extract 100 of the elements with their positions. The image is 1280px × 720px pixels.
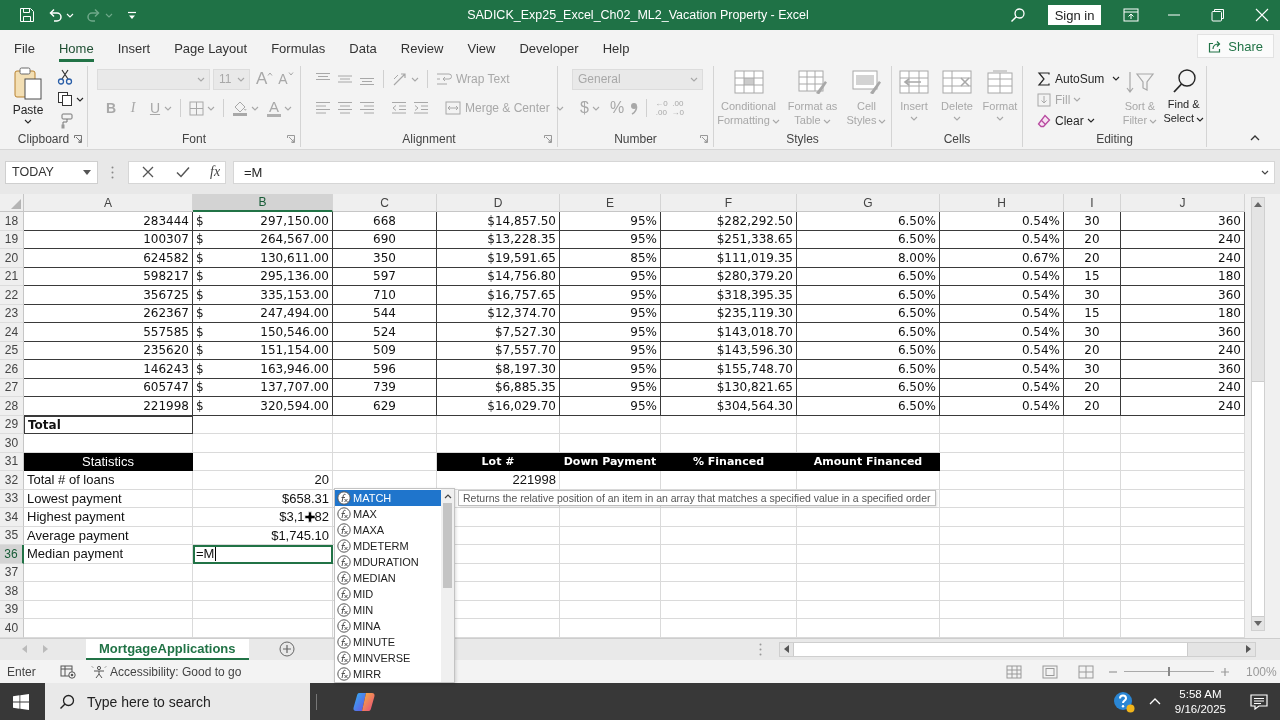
column-header[interactable]: E xyxy=(560,194,661,212)
page-layout-icon[interactable] xyxy=(1042,664,1058,679)
row-header[interactable]: 20 xyxy=(0,249,24,268)
normal-view-icon[interactable] xyxy=(1006,664,1022,679)
chevron-up-icon[interactable] xyxy=(1148,698,1161,705)
cell-input[interactable]: =M xyxy=(193,545,333,564)
clock-date[interactable]: 9/16/2025 xyxy=(1174,701,1226,717)
menu-tab[interactable]: Formulas xyxy=(271,35,326,62)
menu-tab[interactable]: Review xyxy=(400,35,444,62)
undo-icon[interactable] xyxy=(47,7,63,23)
sign-in-button[interactable]: Sign in xyxy=(1048,5,1101,25)
list-scrollbar[interactable] xyxy=(441,489,454,682)
search-field[interactable]: Type here to search xyxy=(45,683,310,720)
autocomplete-item[interactable]: MINVERSE xyxy=(335,650,441,666)
horizontal-scrollbar[interactable] xyxy=(778,641,1256,657)
customize-icon[interactable] xyxy=(127,10,137,20)
autocomplete-item[interactable]: MINA xyxy=(335,618,441,634)
menu-tab[interactable]: Insert xyxy=(117,35,151,62)
previous-sheet-icon[interactable] xyxy=(22,645,27,654)
help-icon[interactable] xyxy=(1112,690,1135,713)
row-header[interactable]: 38 xyxy=(0,582,24,601)
menu-tab[interactable]: File xyxy=(14,35,35,62)
autocomplete-item[interactable]: MAXA xyxy=(335,522,441,538)
page-break-icon[interactable] xyxy=(1078,664,1094,679)
menu-tab[interactable]: Developer xyxy=(519,35,579,62)
autosum-button[interactable]: AutoSum xyxy=(1037,68,1121,89)
ribbon-display-icon[interactable] xyxy=(1123,7,1139,23)
menu-tab[interactable]: Data xyxy=(349,35,377,62)
find-select-button[interactable]: Find & Select xyxy=(1161,66,1206,131)
scroll-up-icon[interactable] xyxy=(443,494,452,499)
restore-icon[interactable] xyxy=(1211,8,1225,22)
close-icon[interactable] xyxy=(1255,8,1269,22)
share-button[interactable]: Share xyxy=(1197,34,1274,58)
column-header[interactable]: H xyxy=(940,194,1064,212)
scrollbar-thumb[interactable] xyxy=(1252,381,1264,617)
scroll-up-icon[interactable] xyxy=(1254,202,1262,207)
autocomplete-item[interactable]: MIRR xyxy=(335,666,441,682)
grip-icon[interactable] xyxy=(758,642,762,656)
copilot-icon[interactable] xyxy=(353,691,375,712)
autocomplete-item[interactable]: MDETERM xyxy=(335,538,441,554)
column-header[interactable]: G xyxy=(797,194,940,212)
enter-icon[interactable] xyxy=(176,165,190,179)
column-header[interactable]: I xyxy=(1064,194,1121,212)
sheet-tab[interactable]: MortgageApplications xyxy=(86,638,249,660)
name-box[interactable]: TODAY xyxy=(5,160,98,184)
launcher-icon[interactable] xyxy=(544,135,552,143)
column-header[interactable]: J xyxy=(1121,194,1245,212)
row-header[interactable]: 36 xyxy=(0,545,24,564)
vertical-scrollbar[interactable] xyxy=(1251,197,1265,631)
row-header[interactable]: 28 xyxy=(0,397,24,416)
new-sheet-icon[interactable] xyxy=(278,641,295,658)
insert-function-button[interactable]: fx xyxy=(210,164,221,180)
scissors-icon[interactable] xyxy=(57,69,73,85)
scroll-down-icon[interactable] xyxy=(1254,620,1262,626)
autocomplete-item[interactable]: MATCH xyxy=(335,490,441,506)
zoom-in-icon[interactable] xyxy=(1220,666,1230,677)
accessibility-icon[interactable] xyxy=(91,664,107,679)
autocomplete-item[interactable]: MINUTE xyxy=(335,634,441,650)
launcher-icon[interactable] xyxy=(287,135,295,143)
column-header[interactable]: F xyxy=(661,194,797,212)
copy-icon[interactable] xyxy=(57,91,73,107)
column-header[interactable]: B xyxy=(193,194,333,212)
scrollbar-thumb[interactable] xyxy=(443,503,452,588)
clock-time[interactable]: 5:58 AM xyxy=(1179,686,1222,702)
row-header[interactable]: 40 xyxy=(0,619,24,638)
select-all-icon[interactable] xyxy=(11,199,21,209)
autocomplete-item[interactable]: MDURATION xyxy=(335,554,441,570)
row-header[interactable]: 24 xyxy=(0,323,24,342)
notification-icon[interactable] xyxy=(1250,693,1268,710)
scrollbar-thumb[interactable] xyxy=(792,642,1188,656)
menu-tab[interactable]: Help xyxy=(602,35,630,62)
row-header[interactable]: 18 xyxy=(0,212,24,231)
row-header[interactable]: 26 xyxy=(0,360,24,379)
autocomplete-item[interactable]: MAX xyxy=(335,506,441,522)
paste-button[interactable]: Paste xyxy=(8,66,48,131)
formula-input[interactable]: =M xyxy=(233,160,1275,184)
autocomplete-item[interactable]: MIN xyxy=(335,602,441,618)
row-header[interactable]: 34 xyxy=(0,508,24,527)
menu-tab[interactable]: Page Layout xyxy=(174,35,248,62)
cancel-icon[interactable] xyxy=(142,166,154,178)
row-header[interactable]: 22 xyxy=(0,286,24,305)
scroll-right-icon[interactable] xyxy=(1245,645,1251,654)
accessibility-status[interactable]: Accessibility: Good to go xyxy=(110,664,242,679)
column-header[interactable]: C xyxy=(333,194,437,212)
clear-button[interactable]: Clear xyxy=(1037,110,1121,131)
windows-logo-icon[interactable] xyxy=(13,693,29,710)
macro-record-icon[interactable] xyxy=(60,664,76,679)
column-header[interactable]: A xyxy=(24,194,193,212)
save-icon[interactable] xyxy=(19,7,35,23)
column-header[interactable]: D xyxy=(437,194,560,212)
launcher-icon[interactable] xyxy=(700,135,708,143)
menu-tab[interactable]: View xyxy=(467,35,496,62)
row-header[interactable]: 32 xyxy=(0,471,24,490)
autocomplete-item[interactable]: MID xyxy=(335,586,441,602)
autocomplete-item[interactable]: MEDIAN xyxy=(335,570,441,586)
search-icon[interactable] xyxy=(1010,7,1026,23)
launcher-icon[interactable] xyxy=(74,135,82,143)
scroll-left-icon[interactable] xyxy=(783,645,789,654)
collapse-ribbon-icon[interactable] xyxy=(1250,135,1260,141)
next-sheet-icon[interactable] xyxy=(43,645,48,654)
